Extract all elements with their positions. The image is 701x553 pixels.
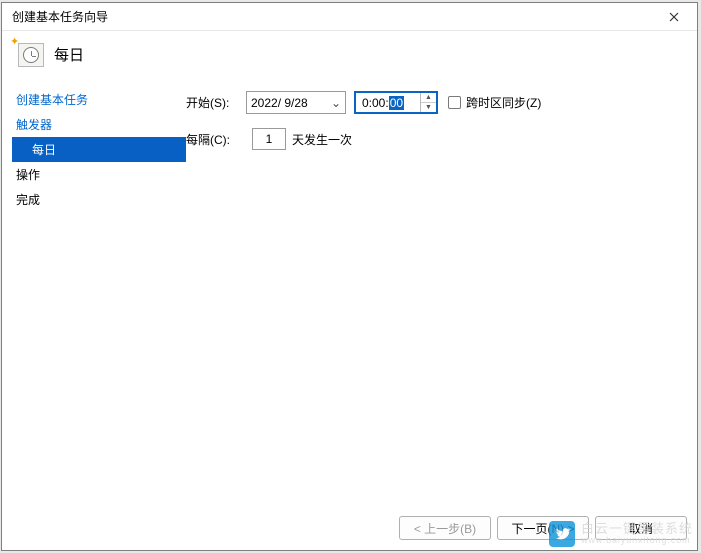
header: ✦ 每日 (2, 31, 697, 81)
footer-buttons: < 上一步(B) 下一页(N) > 取消 (399, 516, 687, 540)
spinner-buttons[interactable]: ▲ ▼ (420, 93, 436, 112)
sidebar-item-create-basic-task[interactable]: 创建基本任务 (12, 87, 186, 112)
sidebar: 创建基本任务 触发器 每日 操作 完成 (2, 81, 186, 212)
sync-timezone-checkbox[interactable] (448, 96, 461, 109)
back-button[interactable]: < 上一步(B) (399, 516, 491, 540)
time-prefix: 0:00: (362, 96, 389, 110)
titlebar: 创建基本任务向导 (2, 3, 697, 31)
spinner-down-icon[interactable]: ▼ (421, 103, 436, 112)
cancel-button[interactable]: 取消 (595, 516, 687, 540)
content: 开始(S): 2022/ 9/28 ⌄ 0:00:00 ▲ ▼ 跨时区同步( (186, 81, 697, 164)
start-date-picker[interactable]: 2022/ 9/28 ⌄ (246, 91, 346, 114)
start-time-spinner[interactable]: 0:00:00 ▲ ▼ (354, 91, 438, 114)
interval-label: 每隔(C): (186, 131, 246, 148)
interval-suffix: 天发生一次 (292, 131, 352, 148)
sidebar-item-action[interactable]: 操作 (12, 162, 186, 187)
interval-input[interactable]: 1 (252, 128, 286, 150)
next-button[interactable]: 下一页(N) > (497, 516, 589, 540)
task-clock-icon: ✦ (14, 41, 44, 67)
window-title: 创建基本任务向导 (12, 8, 108, 25)
sidebar-item-finish[interactable]: 完成 (12, 187, 186, 212)
chevron-down-icon: ⌄ (331, 96, 341, 110)
close-button[interactable] (657, 6, 691, 28)
wizard-window: 创建基本任务向导 ✦ 每日 创建基本任务 触发器 每日 操作 完成 开始(S):… (1, 2, 698, 551)
spinner-up-icon[interactable]: ▲ (421, 93, 436, 103)
close-icon (669, 12, 679, 22)
sidebar-item-daily[interactable]: 每日 (12, 137, 186, 162)
time-selected: 00 (389, 96, 404, 110)
start-label: 开始(S): (186, 94, 246, 111)
sidebar-item-trigger[interactable]: 触发器 (12, 112, 186, 137)
page-title: 每日 (54, 44, 84, 65)
start-date-value: 2022/ 9/28 (251, 96, 308, 110)
sync-timezone-label: 跨时区同步(Z) (466, 94, 541, 111)
